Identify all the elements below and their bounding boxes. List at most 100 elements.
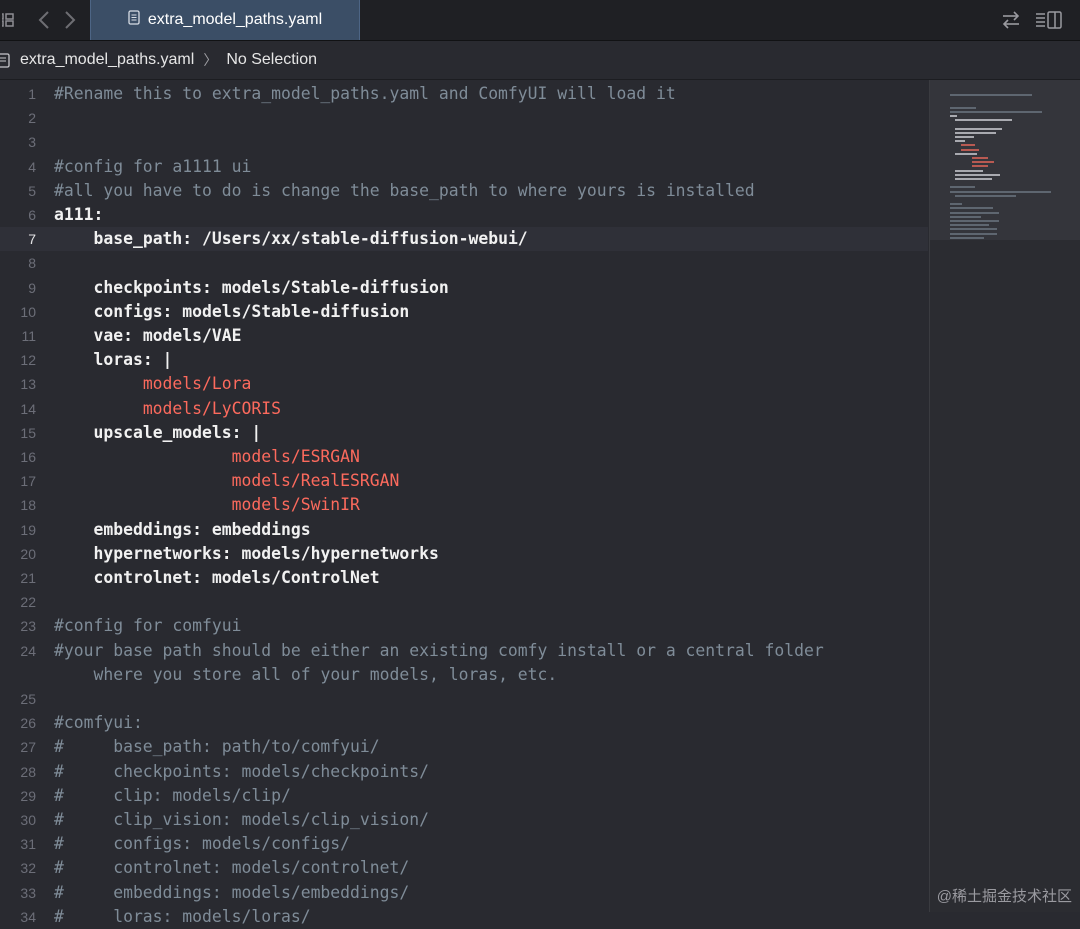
line-number: 23 <box>20 618 36 635</box>
line-number: 11 <box>21 328 36 344</box>
chevron-right-icon[interactable] <box>60 0 80 40</box>
code-line[interactable]: 29 # clip: models/clip/ <box>0 784 928 808</box>
code-line[interactable]: 10 configs: models/Stable-diffusion <box>0 300 928 324</box>
code-text: # clip_vision: models/clip_vision/ <box>54 808 429 832</box>
minimap-line <box>971 165 989 168</box>
code-line[interactable]: 19 embeddings: embeddings <box>0 518 928 542</box>
minimap-line <box>954 169 984 172</box>
document-icon <box>128 10 140 30</box>
code-line[interactable]: 18 models/SwinIR <box>0 493 928 517</box>
grid-icon[interactable] <box>0 0 18 40</box>
code-line[interactable]: 14 models/LyCORIS <box>0 397 928 421</box>
code-key: configs: models/Stable-diffusion <box>93 301 410 321</box>
code-text: controlnet: models/ControlNet <box>54 566 379 590</box>
code-line[interactable]: 28 # checkpoints: models/checkpoints/ <box>0 760 928 784</box>
code-line[interactable]: 26 #comfyui: <box>0 711 928 735</box>
code-key: a111: <box>54 205 104 224</box>
code-line[interactable]: 16 models/ESRGAN <box>0 445 928 469</box>
code-key: embeddings: embeddings <box>93 519 311 539</box>
code-text: embeddings: embeddings <box>54 518 311 542</box>
code-comment: #all you have to do is change the base_p… <box>54 180 755 200</box>
code-line[interactable]: 24 #your base path should be either an ex… <box>0 639 928 663</box>
code-comment: where you store all of your models, lora… <box>93 664 558 684</box>
minimap-line <box>954 173 1001 176</box>
line-number: 1 <box>28 86 36 102</box>
code-line[interactable]: 2 <box>0 106 928 130</box>
minimap-line <box>950 220 1000 222</box>
code-line[interactable]: 6 a111: <box>0 203 928 227</box>
code-line[interactable]: 7 base_path: /Users/xx/stable-diffusion-… <box>0 227 928 252</box>
code-line[interactable]: 15 upscale_models: | <box>0 421 928 445</box>
code-line[interactable]: 20 hypernetworks: models/hypernetworks <box>0 542 928 566</box>
code-line[interactable]: 13 models/Lora <box>0 372 928 396</box>
code-key: base_path: /Users/xx/stable-diffusion-we… <box>93 229 528 249</box>
code-text: # base_path: path/to/comfyui/ <box>54 735 380 759</box>
minimap-line <box>950 236 984 239</box>
code-string: models/RealESRGAN <box>231 471 400 491</box>
chevron-left-icon[interactable] <box>34 0 54 40</box>
line-number: 26 <box>20 715 36 732</box>
minimap-line <box>950 232 997 235</box>
code-line[interactable]: 4 #config for a1111 ui <box>0 155 928 179</box>
minimap-line <box>960 148 979 151</box>
line-number: 4 <box>28 158 36 175</box>
breadcrumb-selection[interactable]: No Selection <box>226 51 317 69</box>
minimap-line <box>950 203 962 206</box>
code-text: # embeddings: models/embeddings/ <box>54 881 409 905</box>
minimap-line <box>954 131 997 134</box>
code-line[interactable]: 34 # loras: models/loras/ <box>0 905 928 929</box>
code-line[interactable]: 11 vae: models/VAE <box>0 324 928 348</box>
line-number: 20 <box>20 545 36 562</box>
code-line[interactable]: 5 #all you have to do is change the base_… <box>0 179 928 203</box>
line-number: 21 <box>20 570 36 586</box>
code-line[interactable]: 8 <box>0 251 928 275</box>
code-line[interactable]: 21 controlnet: models/ControlNet <box>0 566 928 590</box>
code-string: models/SwinIR <box>231 495 360 515</box>
watermark: @稀土掘金技术社区 <box>936 888 1072 905</box>
code-text: hypernetworks: models/hypernetworks <box>54 542 439 566</box>
code-line[interactable]: 25 <box>0 687 928 711</box>
code-line[interactable]: 22 <box>0 590 928 614</box>
line-number: 16 <box>20 449 36 465</box>
line-number: 15 <box>20 424 36 441</box>
code-line[interactable]: 3 <box>0 130 928 154</box>
code-line[interactable]: 9 checkpoints: models/Stable-diffusion <box>0 276 928 300</box>
line-number: 13 <box>20 376 36 393</box>
code-key: checkpoints: models/Stable-diffusion <box>93 277 449 297</box>
code-key: vae: models/VAE <box>93 326 242 345</box>
minimap-line <box>954 140 966 143</box>
code-line[interactable]: where you store all of your models, lora… <box>0 663 928 687</box>
code-text: #comfyui: <box>54 711 143 735</box>
code-text: base_path: /Users/xx/stable-diffusion-we… <box>54 227 528 251</box>
code-string: models/LyCORIS <box>142 398 281 418</box>
tab-extra-model-paths[interactable]: extra_model_paths.yaml <box>90 0 360 40</box>
code-line[interactable]: 17 models/RealESRGAN <box>0 469 928 493</box>
swap-arrows-icon[interactable] <box>1000 0 1022 40</box>
line-number: 31 <box>20 836 36 853</box>
code-comment: # clip: models/clip/ <box>54 785 291 805</box>
code-comment: # loras: models/loras/ <box>54 906 311 926</box>
line-number: 28 <box>20 763 36 780</box>
editor-layout-icon[interactable] <box>1034 0 1064 40</box>
code-line[interactable]: 1 #Rename this to extra_model_paths.yaml … <box>0 82 928 106</box>
breadcrumb-file[interactable]: extra_model_paths.yaml <box>20 51 194 69</box>
code-line[interactable]: 33 # embeddings: models/embeddings/ <box>0 881 928 905</box>
code-line[interactable]: 30 # clip_vision: models/clip_vision/ <box>0 808 928 832</box>
code-line[interactable]: 12 loras: | <box>0 348 928 372</box>
code-editor[interactable]: 1 #Rename this to extra_model_paths.yaml … <box>0 80 928 926</box>
code-line[interactable]: 23 #config for comfyui <box>0 614 928 638</box>
code-comment: #comfyui: <box>54 713 143 733</box>
code-text: #Rename this to extra_model_paths.yaml a… <box>54 82 676 106</box>
line-number: 33 <box>20 884 36 901</box>
code-line[interactable]: 27 # base_path: path/to/comfyui/ <box>0 735 928 759</box>
code-text: vae: models/VAE <box>54 324 242 348</box>
code-comment: #your base path should be either an exis… <box>54 640 824 660</box>
code-text: # configs: models/configs/ <box>54 832 350 856</box>
line-number: 7 <box>28 231 36 248</box>
code-line[interactable]: 31 # configs: models/configs/ <box>0 832 928 856</box>
code-comment: # clip_vision: models/clip_vision/ <box>54 810 429 829</box>
minimap[interactable] <box>929 80 1080 912</box>
code-key: hypernetworks: models/hypernetworks <box>93 543 439 563</box>
code-line[interactable]: 32 # controlnet: models/controlnet/ <box>0 856 928 880</box>
code-text: where you store all of your models, lora… <box>54 663 557 687</box>
